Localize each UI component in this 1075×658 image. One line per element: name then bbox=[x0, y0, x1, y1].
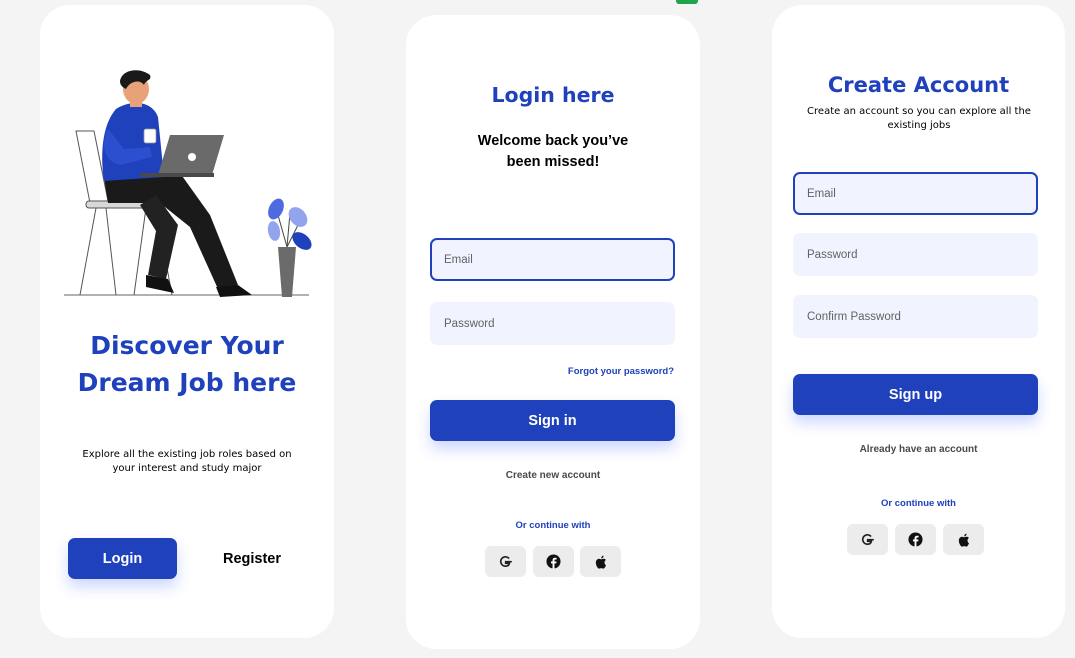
welcome-back-text: Welcome back you’ve been missed! bbox=[406, 131, 700, 173]
create-new-account-link[interactable]: Create new account bbox=[406, 470, 700, 481]
google-login-button[interactable] bbox=[485, 546, 526, 577]
password-field[interactable] bbox=[430, 302, 675, 345]
password-field[interactable] bbox=[793, 233, 1038, 276]
facebook-icon bbox=[908, 532, 923, 547]
facebook-icon bbox=[546, 554, 561, 569]
email-field[interactable] bbox=[793, 172, 1038, 215]
welcome-back-line2: been missed! bbox=[506, 154, 600, 170]
create-account-title: Create Account bbox=[827, 73, 1010, 97]
apple-icon bbox=[958, 533, 970, 547]
hero-title-line2: Dream Job here bbox=[77, 368, 297, 397]
sign-in-button[interactable]: Sign in bbox=[430, 400, 675, 441]
peek-tag bbox=[676, 0, 698, 4]
hero-title: Discover Your Dream Job here bbox=[40, 327, 334, 401]
register-screen: Create Account Create an account so you … bbox=[772, 5, 1065, 638]
login-screen: Login here Welcome back you’ve been miss… bbox=[406, 15, 700, 649]
hero-subtitle: Explore all the existing job roles based… bbox=[82, 449, 292, 474]
continue-with-label: Or continue with bbox=[515, 520, 591, 531]
google-signup-button[interactable] bbox=[847, 524, 888, 555]
create-account-subtitle: Create an account so you can explore all… bbox=[807, 106, 1031, 131]
google-icon bbox=[861, 533, 874, 546]
sign-up-button[interactable]: Sign up bbox=[793, 374, 1038, 415]
confirm-password-field[interactable] bbox=[793, 295, 1038, 338]
hero-title-line1: Discover Your bbox=[90, 331, 284, 360]
welcome-back-line1: Welcome back you’ve bbox=[477, 133, 629, 149]
login-title: Login here bbox=[491, 83, 615, 107]
welcome-screen: Discover Your Dream Job here Explore all… bbox=[40, 5, 334, 638]
person-with-laptop-illustration bbox=[64, 70, 312, 297]
email-field[interactable] bbox=[430, 238, 675, 281]
already-have-account-link[interactable]: Already have an account bbox=[772, 444, 1065, 455]
facebook-login-button[interactable] bbox=[533, 546, 574, 577]
register-button[interactable]: Register bbox=[201, 538, 303, 579]
login-button[interactable]: Login bbox=[68, 538, 177, 579]
forgot-password-link[interactable]: Forgot your password? bbox=[568, 366, 674, 377]
google-icon bbox=[499, 555, 512, 568]
apple-icon bbox=[595, 555, 607, 569]
facebook-signup-button[interactable] bbox=[895, 524, 936, 555]
apple-signup-button[interactable] bbox=[943, 524, 984, 555]
continue-with-label: Or continue with bbox=[881, 498, 956, 509]
apple-login-button[interactable] bbox=[580, 546, 621, 577]
